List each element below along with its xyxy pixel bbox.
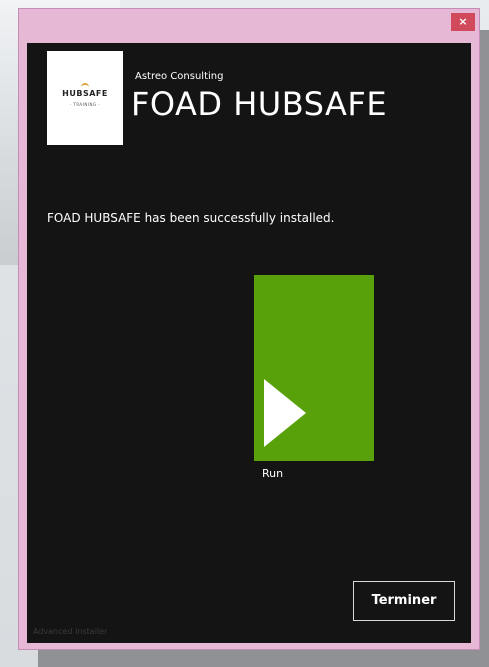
installer-content: HUBSAFE · TRAINING · Astreo Consulting F… bbox=[27, 43, 471, 643]
app-title: FOAD HUBSAFE bbox=[131, 85, 388, 123]
installer-window: × HUBSAFE · TRAINING · Astreo Consulting… bbox=[18, 8, 480, 650]
run-label: Run bbox=[262, 467, 284, 480]
play-icon bbox=[264, 379, 306, 447]
close-icon: × bbox=[458, 15, 468, 28]
app-logo: HUBSAFE · TRAINING · bbox=[47, 51, 123, 145]
install-status-message: FOAD HUBSAFE has been successfully insta… bbox=[47, 211, 335, 225]
run-button[interactable] bbox=[254, 275, 374, 461]
finish-button[interactable]: Terminer bbox=[353, 581, 455, 621]
publisher-name: Astreo Consulting bbox=[135, 71, 224, 82]
logo-tagline: · TRAINING · bbox=[69, 102, 101, 107]
title-bar[interactable]: × bbox=[19, 9, 479, 43]
installer-credit: Advanced Installer bbox=[33, 627, 108, 636]
close-button[interactable]: × bbox=[451, 13, 475, 31]
logo-wordmark: HUBSAFE bbox=[62, 89, 108, 98]
